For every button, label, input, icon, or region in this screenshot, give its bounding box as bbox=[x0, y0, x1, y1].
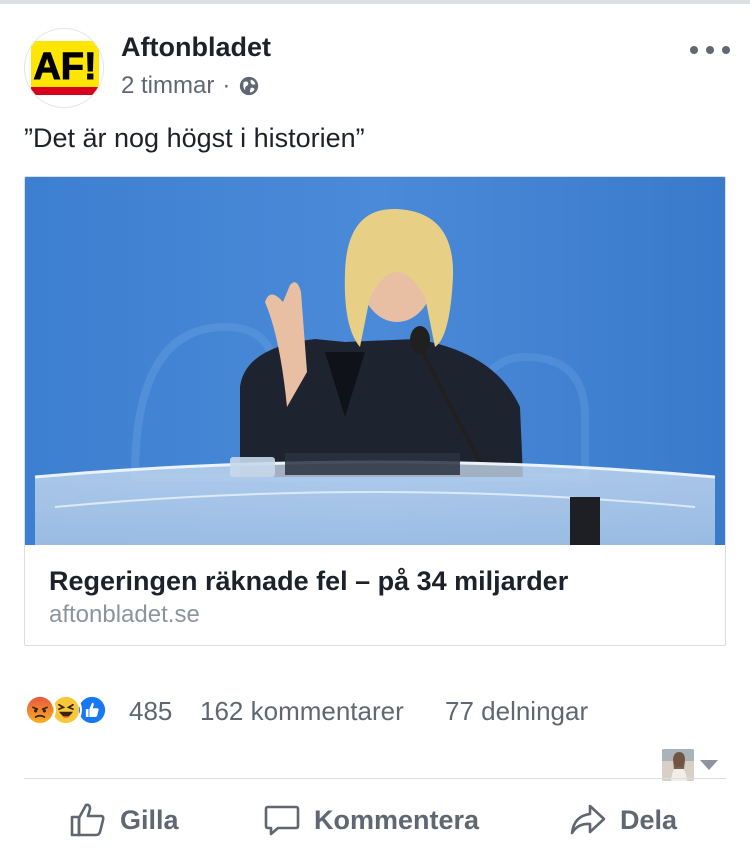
page-name[interactable]: Aftonbladet bbox=[121, 32, 271, 63]
more-dot bbox=[706, 46, 714, 54]
viewer-avatar[interactable] bbox=[662, 749, 694, 781]
globe-icon[interactable] bbox=[238, 75, 260, 97]
more-options-icon[interactable] bbox=[690, 38, 730, 62]
comment-button[interactable]: Kommentera bbox=[262, 792, 479, 848]
like-label: Gilla bbox=[120, 804, 179, 835]
post-text: ”Det är nog högst i historien” bbox=[24, 123, 365, 153]
link-preview-card[interactable]: Regeringen räknade fel – på 34 miljarder… bbox=[24, 176, 726, 646]
reactions-summary[interactable] bbox=[24, 694, 108, 726]
top-divider bbox=[0, 0, 750, 4]
comment-bubble-icon bbox=[264, 805, 300, 836]
share-label: Dela bbox=[620, 804, 678, 835]
link-title[interactable]: Regeringen räknade fel – på 34 miljarder bbox=[49, 566, 568, 597]
link-domain: aftonbladet.se bbox=[49, 601, 200, 628]
comment-count[interactable]: 162 kommentarer bbox=[200, 696, 404, 727]
more-dot bbox=[722, 46, 730, 54]
page-avatar[interactable]: AF! bbox=[24, 28, 104, 108]
post-time[interactable]: 2 timmar bbox=[121, 72, 214, 100]
angry-reaction-icon bbox=[24, 694, 56, 726]
post-actions-bar: Gilla Kommentera Dela bbox=[0, 792, 750, 848]
audience-dropdown-caret-icon[interactable] bbox=[700, 760, 718, 770]
reaction-count[interactable]: 485 bbox=[129, 696, 172, 727]
thumbs-up-icon bbox=[70, 803, 105, 837]
share-arrow-icon bbox=[570, 804, 606, 835]
aftonbladet-logo: AF! bbox=[25, 29, 103, 107]
svg-text:AF!: AF! bbox=[33, 46, 96, 88]
meta-separator: · bbox=[222, 72, 231, 99]
actions-divider bbox=[24, 778, 726, 779]
comment-label: Kommentera bbox=[314, 804, 480, 835]
share-count[interactable]: 77 delningar bbox=[445, 696, 588, 727]
like-button[interactable]: Gilla bbox=[68, 792, 179, 848]
more-dot bbox=[690, 46, 698, 54]
user-photo-icon bbox=[662, 749, 694, 781]
post-meta: 2 timmar · bbox=[121, 72, 260, 100]
share-button[interactable]: Dela bbox=[568, 792, 677, 848]
link-preview-image[interactable] bbox=[25, 177, 725, 545]
